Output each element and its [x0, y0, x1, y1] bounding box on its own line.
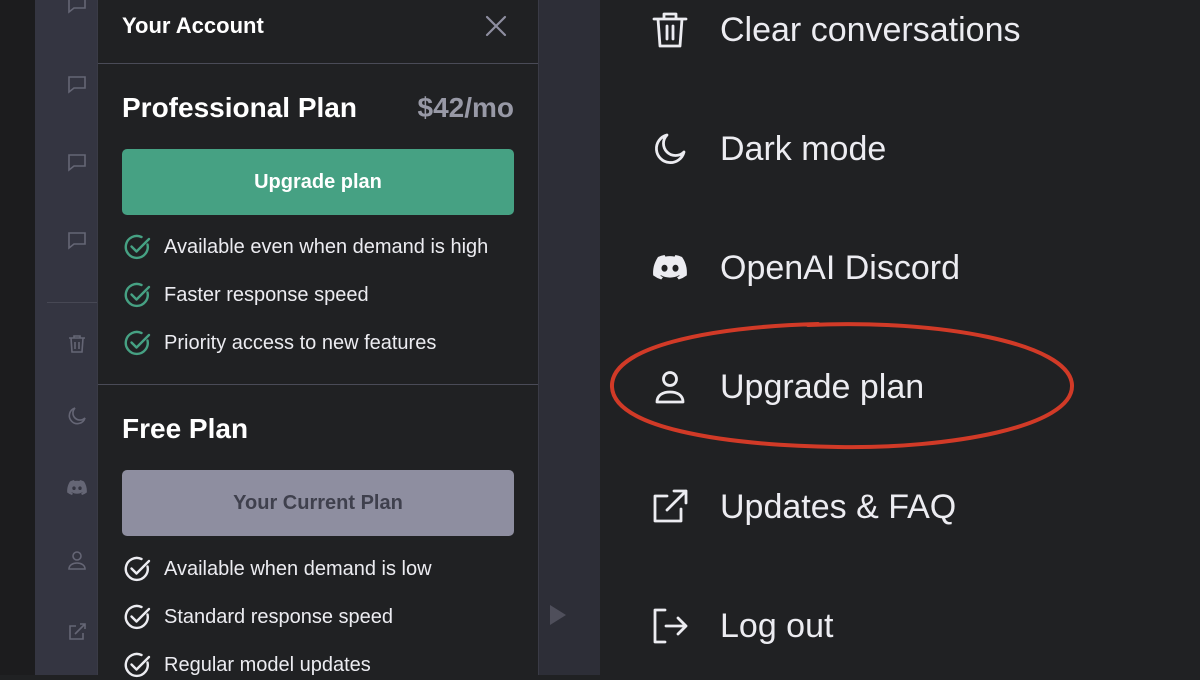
- feature-item: Available even when demand is high: [122, 232, 488, 262]
- check-circle-icon: [122, 602, 152, 632]
- chat-icon: [65, 228, 89, 252]
- check-circle-icon: [122, 232, 152, 262]
- account-modal: Your Account Professional Plan $42/mo Up…: [97, 0, 539, 678]
- check-circle-icon: [122, 328, 152, 358]
- check-circle-icon: [122, 280, 152, 310]
- chat-icon: [65, 0, 89, 16]
- dimmed-main-area: [538, 0, 600, 675]
- account-screen: Your Account Professional Plan $42/mo Up…: [0, 0, 600, 678]
- menu-item-openai-discord[interactable]: OpenAI Discord: [650, 243, 960, 293]
- logout-icon: [650, 606, 690, 646]
- dimmed-sidebar: [35, 0, 97, 675]
- feature-text: Standard response speed: [164, 605, 394, 628]
- menu-item-dark-mode[interactable]: Dark mode: [650, 124, 886, 174]
- check-circle-icon: [122, 554, 152, 584]
- feature-text: Available even when demand is high: [164, 235, 489, 258]
- plan-name: Free Plan: [122, 413, 249, 444]
- external-link-icon: [65, 620, 89, 644]
- close-button[interactable]: [482, 12, 510, 40]
- menu-label: Updates & FAQ: [720, 487, 957, 526]
- external-link-icon: [650, 487, 690, 527]
- menu-label: Log out: [720, 606, 834, 645]
- discord-icon: [65, 476, 89, 500]
- plan-price: $42/mo: [417, 92, 515, 123]
- moon-icon: [65, 404, 89, 428]
- current-plan-button[interactable]: Your Current Plan: [122, 470, 514, 536]
- modal-title: Your Account: [122, 13, 264, 38]
- menu-item-updates-faq[interactable]: Updates & FAQ: [650, 482, 956, 532]
- menu-label: Dark mode: [720, 129, 887, 168]
- highlight-ellipse: [608, 319, 1076, 453]
- chat-icon: [65, 72, 89, 96]
- close-icon: [485, 15, 507, 37]
- chat-icon: [65, 150, 89, 174]
- trash-icon: [650, 10, 690, 50]
- send-arrow-icon: [548, 600, 568, 630]
- feature-text: Regular model updates: [164, 653, 371, 676]
- feature-item: Priority access to new features: [122, 328, 436, 358]
- user-icon: [65, 548, 89, 572]
- check-circle-icon: [122, 650, 152, 680]
- upgrade-plan-button[interactable]: Upgrade plan: [122, 149, 514, 215]
- discord-icon: [650, 248, 690, 288]
- feature-text: Priority access to new features: [164, 331, 437, 354]
- sidebar-divider: [47, 302, 97, 303]
- trash-icon: [65, 332, 89, 356]
- feature-item: Faster response speed: [122, 280, 369, 310]
- modal-header: Your Account: [98, 0, 538, 64]
- plan-name: Professional Plan: [122, 92, 357, 123]
- menu-label: OpenAI Discord: [720, 248, 960, 287]
- feature-text: Faster response speed: [164, 283, 369, 306]
- moon-icon: [650, 129, 690, 169]
- feature-text: Available when demand is low: [164, 557, 432, 580]
- feature-item: Standard response speed: [122, 602, 393, 632]
- menu-item-log-out[interactable]: Log out: [650, 601, 833, 651]
- menu-label: Clear conversations: [720, 10, 1021, 49]
- feature-item: Regular model updates: [122, 650, 371, 680]
- feature-item: Available when demand is low: [122, 554, 432, 584]
- professional-plan-section: Professional Plan $42/mo Upgrade plan Av…: [98, 64, 538, 385]
- menu-item-clear-conversations[interactable]: Clear conversations: [650, 5, 1020, 55]
